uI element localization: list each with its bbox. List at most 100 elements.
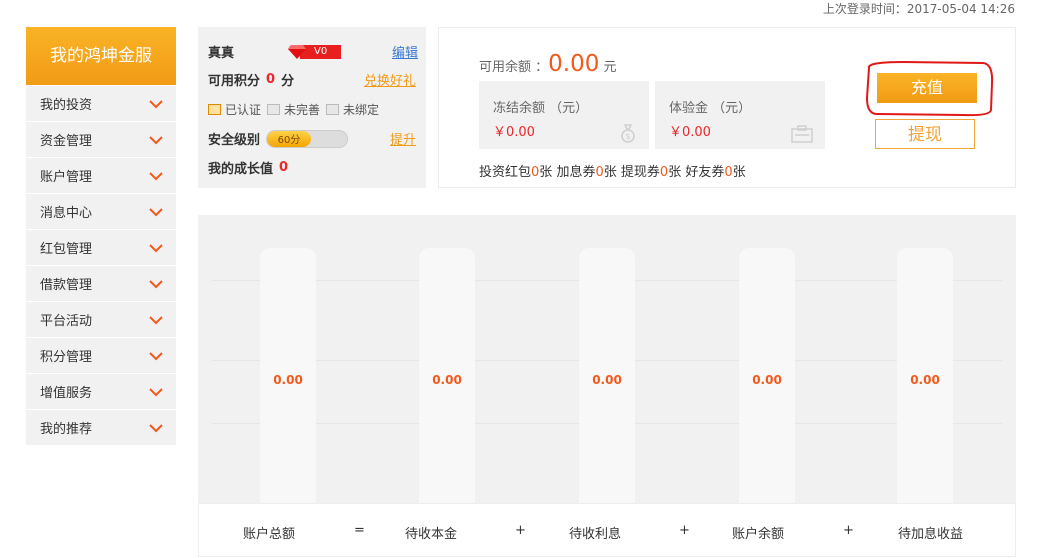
trial-fund-label: 体验金 （元） xyxy=(669,101,752,116)
chevron-down-icon xyxy=(148,348,164,364)
coupon-summary: 投资红包0张 加息券0张 提现券0张 好友券0张 xyxy=(479,161,746,180)
points-label: 可用积分 xyxy=(208,74,261,89)
chevron-down-icon xyxy=(148,384,164,400)
security-level-fill: 60分 xyxy=(267,130,312,147)
vip-level-badge: V0 xyxy=(300,44,342,59)
wallet-icon xyxy=(791,125,813,143)
user-info-panel: 真真 V0 编辑 可用积分 0 分 兑换好礼 已认证 未完善 未绑定 安全级别 … xyxy=(198,27,426,188)
redeem-gifts-link[interactable]: 兑换好礼 xyxy=(364,70,416,89)
stat-value: 0.00 xyxy=(592,373,622,387)
trial-fund-value: ￥0.00 xyxy=(669,125,711,140)
stat-label: 待收利息 xyxy=(569,527,622,542)
incomplete-icon xyxy=(267,104,281,115)
stat-column: 0.00 xyxy=(739,248,795,513)
stat-column: 0.00 xyxy=(260,248,316,513)
sidebar-item[interactable]: 红包管理 xyxy=(26,230,176,265)
username: 真真 xyxy=(208,46,235,61)
sidebar-item-label: 增值服务 xyxy=(40,386,93,401)
sidebar-item[interactable]: 我的投资 xyxy=(26,86,176,121)
sidebar-item-label: 积分管理 xyxy=(40,350,93,365)
withdraw-button[interactable]: 提现 xyxy=(875,119,975,149)
sidebar-item[interactable]: 增值服务 xyxy=(26,374,176,409)
recharge-button[interactable]: 充值 xyxy=(877,73,977,103)
available-balance: 可用余额 ：0.00 元 xyxy=(479,51,617,77)
stat-value: 0.00 xyxy=(910,373,940,387)
stat-operator: + xyxy=(679,523,690,538)
sidebar-item-label: 平台活动 xyxy=(40,314,93,329)
stat-label: 待加息收益 xyxy=(898,527,964,542)
chevron-down-icon xyxy=(148,204,164,220)
sidebar-item-label: 红包管理 xyxy=(40,242,93,257)
chevron-down-icon xyxy=(148,96,164,112)
tag-incomplete: 未完善 xyxy=(284,103,321,117)
sidebar-item[interactable]: 积分管理 xyxy=(26,338,176,373)
sidebar-item[interactable]: 借款管理 xyxy=(26,266,176,301)
chevron-down-icon xyxy=(148,240,164,256)
stat-value: 0.00 xyxy=(752,373,782,387)
sidebar-item[interactable]: 消息中心 xyxy=(26,194,176,229)
verified-icon xyxy=(208,104,221,115)
svg-text:$: $ xyxy=(625,132,630,141)
stats-legend: 账户总额 待收本金 待收利息 账户余额 待加息收益 = + + + xyxy=(198,503,1016,557)
chevron-down-icon xyxy=(148,312,164,328)
sidebar-item-label: 我的投资 xyxy=(40,98,93,113)
coupon-count-withdraw: 0 xyxy=(659,165,669,180)
points-unit: 分 xyxy=(281,74,295,89)
coupon-unit: 张 xyxy=(603,165,617,180)
stat-label: 账户总额 xyxy=(243,527,296,542)
sidebar-item-label: 资金管理 xyxy=(40,134,93,149)
stat-operator: + xyxy=(843,523,854,538)
coupon-label-red-packet: 投资红包 xyxy=(479,165,532,180)
frozen-balance-value: ￥0.00 xyxy=(493,125,535,140)
security-label: 安全级别 xyxy=(208,133,261,148)
stat-operator: + xyxy=(515,523,526,538)
coupon-count-friend: 0 xyxy=(724,165,733,180)
tag-verified: 已认证 xyxy=(225,103,262,117)
sidebar-item[interactable]: 账户管理 xyxy=(26,158,176,193)
stat-value: 0.00 xyxy=(273,373,303,387)
security-level-bar: 60分 xyxy=(266,129,349,148)
stat-column: 0.00 xyxy=(419,248,475,513)
coupon-unit: 张 xyxy=(668,165,682,180)
sidebar-item[interactable]: 平台活动 xyxy=(26,302,176,337)
growth-label: 我的成长值 xyxy=(208,162,274,177)
growth-value: 0 xyxy=(279,160,289,175)
trial-fund-box: 体验金 （元） ￥0.00 xyxy=(655,81,825,149)
coupon-unit: 张 xyxy=(539,165,553,180)
last-login-time: 上次登录时间：2017-05-04 14:26 xyxy=(822,2,1015,16)
available-balance-unit: 元 xyxy=(603,60,617,75)
chevron-down-icon xyxy=(148,168,164,184)
money-bag-icon: $ xyxy=(621,124,635,143)
stat-label: 待收本金 xyxy=(405,527,458,542)
stat-column: 0.00 xyxy=(897,248,953,513)
balance-panel: 可用余额 ：0.00 元 冻结余额 （元） ￥0.00 $ 体验金 （元） ￥0… xyxy=(438,27,1016,188)
coupon-unit: 张 xyxy=(732,165,746,180)
unbound-icon xyxy=(326,104,340,115)
sidebar-item-label: 我的推荐 xyxy=(40,422,93,437)
account-stats-panel: 0.00 0.00 0.00 0.00 0.00 账户总额 待收本金 待收利息 账户余额 待加息… xyxy=(198,215,1016,557)
sidebar-item[interactable]: 资金管理 xyxy=(26,122,176,157)
edit-link[interactable]: 编辑 xyxy=(392,42,418,61)
coupon-label-interest: 加息券 xyxy=(556,165,596,180)
frozen-balance-box: 冻结余额 （元） ￥0.00 $ xyxy=(479,81,649,149)
chevron-down-icon xyxy=(148,132,164,148)
sidebar-item-label: 账户管理 xyxy=(40,170,93,185)
stat-column: 0.00 xyxy=(579,248,635,513)
chevron-down-icon xyxy=(148,276,164,292)
tag-unbound: 未绑定 xyxy=(343,103,380,117)
frozen-balance-label: 冻结余额 （元） xyxy=(493,101,589,116)
stat-value: 0.00 xyxy=(432,373,462,387)
stat-operator: = xyxy=(354,523,365,538)
available-balance-label: 可用余额 ： xyxy=(479,60,549,75)
chevron-down-icon xyxy=(148,420,164,436)
diamond-icon xyxy=(288,44,307,59)
sidebar-menu: 我的鸿坤金服 我的投资资金管理账户管理消息中心红包管理借款管理平台活动积分管理增… xyxy=(26,27,176,445)
sidebar-item[interactable]: 我的推荐 xyxy=(26,410,176,445)
sidebar-title: 我的鸿坤金服 xyxy=(26,27,176,85)
sidebar-item-label: 借款管理 xyxy=(40,278,93,293)
stat-label: 账户余额 xyxy=(732,527,785,542)
improve-security-link[interactable]: 提升 xyxy=(390,129,416,148)
coupon-label-withdraw: 提现券 xyxy=(620,165,660,180)
sidebar-item-label: 消息中心 xyxy=(40,206,93,221)
available-balance-value: 0.00 xyxy=(548,51,600,77)
